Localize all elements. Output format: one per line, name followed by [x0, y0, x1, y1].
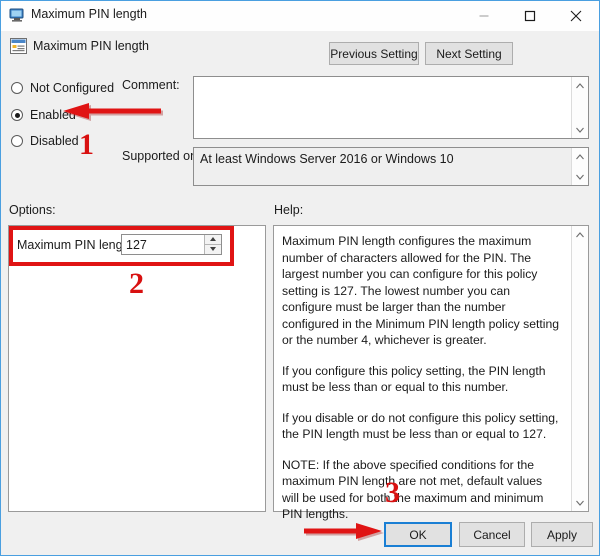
- supported-on-label: Supported on:: [122, 149, 201, 163]
- setting-name-heading: Maximum PIN length: [33, 39, 150, 53]
- next-setting-button[interactable]: Next Setting: [425, 42, 513, 65]
- help-paragraph: If you configure this policy setting, th…: [282, 363, 546, 395]
- policy-setting-icon: [10, 38, 27, 54]
- help-scrollbar[interactable]: [571, 226, 588, 511]
- ok-button[interactable]: OK: [384, 522, 452, 547]
- supported-on-field: At least Windows Server 2016 or Windows …: [193, 147, 589, 186]
- scroll-up-icon[interactable]: [572, 149, 588, 164]
- help-paragraph: If you disable or do not configure this …: [282, 410, 559, 442]
- previous-setting-button[interactable]: Previous Setting: [329, 42, 419, 65]
- radio-label-disabled: Disabled: [30, 134, 79, 148]
- maximize-button[interactable]: [507, 1, 553, 30]
- radio-disabled[interactable]: Disabled: [11, 132, 79, 150]
- help-section-label: Help:: [274, 203, 304, 217]
- supported-on-scrollbar[interactable]: [571, 148, 588, 185]
- help-paragraph: Maximum PIN length configures the maximu…: [282, 234, 560, 347]
- group-policy-setting-dialog: Maximum PIN length Maximum PIN length Pr…: [0, 0, 600, 556]
- help-panel: Maximum PIN length configures the maximu…: [273, 225, 589, 521]
- annotation-arrow-to-ok: [304, 523, 384, 541]
- help-paragraph: NOTE: If the above specified conditions …: [282, 457, 544, 522]
- scroll-up-icon[interactable]: [572, 227, 588, 242]
- scroll-down-icon[interactable]: [572, 495, 588, 510]
- apply-button[interactable]: Apply: [531, 522, 593, 547]
- radio-indicator-selected: [11, 109, 23, 121]
- comment-textarea[interactable]: [193, 76, 589, 139]
- radio-enabled[interactable]: Enabled: [11, 106, 76, 124]
- comment-label: Comment:: [122, 78, 180, 92]
- radio-label-enabled: Enabled: [30, 108, 76, 122]
- radio-indicator: [11, 82, 23, 94]
- minimize-button[interactable]: [461, 1, 507, 30]
- supported-on-value: At least Windows Server 2016 or Windows …: [200, 152, 454, 166]
- radio-label-not-configured: Not Configured: [30, 81, 115, 95]
- annotation-marker-2: 2: [129, 267, 144, 300]
- annotation-arrow-to-enabled: [63, 103, 163, 121]
- annotation-marker-3: 3: [385, 476, 400, 509]
- comment-scrollbar[interactable]: [571, 77, 588, 138]
- close-button[interactable]: [553, 1, 599, 30]
- help-text: Maximum PIN length configures the maximu…: [282, 233, 562, 523]
- options-section-label: Options:: [9, 203, 56, 217]
- computer-monitor-icon: [9, 8, 25, 23]
- cancel-button[interactable]: Cancel: [459, 522, 525, 547]
- title-bar: Maximum PIN length: [1, 1, 599, 31]
- scroll-down-icon[interactable]: [572, 122, 588, 137]
- scroll-down-icon[interactable]: [572, 169, 588, 184]
- window-title: Maximum PIN length: [31, 7, 148, 21]
- scroll-up-icon[interactable]: [572, 78, 588, 93]
- annotation-box-options-field: [9, 226, 234, 266]
- radio-not-configured[interactable]: Not Configured: [11, 79, 114, 97]
- radio-indicator: [11, 135, 23, 147]
- annotation-marker-1: 1: [79, 128, 94, 161]
